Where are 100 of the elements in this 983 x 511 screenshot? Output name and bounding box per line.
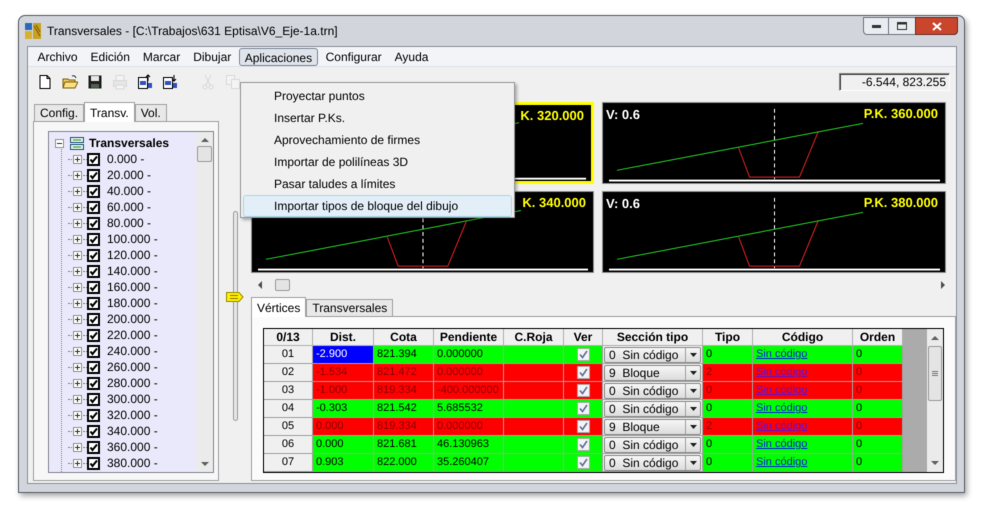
tree-item[interactable]: 380.000 - (107, 454, 158, 472)
column-header[interactable]: Orden (853, 329, 903, 346)
tab[interactable]: Transversales (306, 299, 394, 316)
column-header[interactable]: Ver (564, 329, 603, 346)
tree-item[interactable]: 80.000 - (107, 214, 152, 232)
expand-icon[interactable] (73, 154, 82, 164)
checkbox[interactable] (87, 424, 100, 438)
code-link[interactable]: Sin código (756, 438, 808, 450)
minimize-button[interactable] (863, 17, 889, 35)
tab[interactable]: Vol. (134, 104, 167, 121)
tree-item[interactable]: 140.000 - (107, 262, 158, 280)
save-icon[interactable] (87, 74, 103, 90)
expand-icon[interactable] (73, 410, 82, 420)
tree-item[interactable]: 340.000 - (107, 422, 158, 440)
tree-item[interactable]: 320.000 - (107, 406, 158, 424)
menu-item[interactable]: Archivo (32, 48, 84, 66)
menu-item[interactable]: Aplicaciones (238, 48, 318, 66)
expand-icon[interactable] (73, 170, 82, 180)
menu-item[interactable]: Aprovechamiento de firmes (243, 129, 512, 151)
checkbox[interactable] (87, 392, 100, 406)
expand-icon[interactable] (73, 394, 82, 404)
checkbox[interactable] (87, 280, 100, 294)
menu-item[interactable]: Dibujar (187, 48, 238, 66)
menu-item[interactable]: Marcar (136, 48, 186, 66)
checkbox[interactable] (87, 184, 100, 198)
checkbox[interactable] (576, 438, 590, 451)
dropdown-field[interactable]: 9 Bloque (604, 419, 701, 435)
scroll-thumb[interactable] (928, 346, 942, 401)
dropdown-field[interactable]: 0 Sin código (604, 347, 701, 363)
checkbox[interactable] (87, 360, 100, 374)
checkbox[interactable] (576, 402, 590, 415)
expand-icon[interactable] (73, 314, 82, 324)
tree-item[interactable]: 20.000 - (107, 166, 152, 184)
document-arrow-icon[interactable] (137, 74, 153, 90)
column-header[interactable]: Tipo (703, 329, 753, 346)
tree-item[interactable]: 160.000 - (107, 278, 158, 296)
menu-item[interactable]: Ayuda (388, 48, 434, 66)
checkbox[interactable] (87, 408, 100, 422)
menu-item[interactable]: Proyectar puntos (243, 85, 512, 107)
new-file-icon[interactable] (37, 74, 53, 90)
tree-item[interactable]: 260.000 - (107, 358, 158, 376)
menu-item[interactable]: Edición (84, 48, 136, 66)
column-header[interactable]: Sección tipo (603, 329, 703, 346)
tree-item[interactable]: 0.000 - (107, 150, 144, 168)
tab[interactable]: Config. (34, 104, 84, 121)
checkbox[interactable] (87, 440, 100, 454)
checkbox[interactable] (87, 232, 100, 246)
menu-item[interactable]: Configurar (320, 48, 388, 66)
scroll-thumb[interactable] (275, 278, 290, 290)
tree-item[interactable]: 100.000 - (107, 230, 158, 248)
tab[interactable]: Transv. (84, 102, 135, 122)
column-header[interactable]: Código (753, 329, 853, 346)
checkbox[interactable] (87, 312, 100, 326)
checkbox[interactable] (576, 348, 590, 361)
checkbox[interactable] (87, 216, 100, 230)
checkbox[interactable] (87, 248, 100, 262)
tree-item[interactable]: 120.000 - (107, 246, 158, 264)
dropdown-field[interactable]: 0 Sin código (604, 437, 701, 453)
column-header[interactable]: Cota (374, 329, 434, 346)
expand-icon[interactable] (73, 234, 82, 244)
tree-item[interactable]: 60.000 - (107, 198, 152, 216)
menu-item[interactable]: Insertar P.Ks. (243, 107, 512, 129)
checkbox[interactable] (87, 200, 100, 214)
scroll-thumb[interactable] (197, 146, 212, 162)
code-link[interactable]: Sin código (756, 402, 808, 414)
column-header[interactable]: Pendiente (434, 329, 504, 346)
expand-icon[interactable] (73, 458, 82, 468)
tree-item[interactable]: 280.000 - (107, 374, 158, 392)
expand-icon[interactable] (73, 266, 82, 276)
checkbox[interactable] (87, 168, 100, 182)
checkbox[interactable] (576, 366, 590, 379)
code-link[interactable]: Sin código (756, 348, 808, 360)
menu-item[interactable]: Importar tipos de bloque del dibujo (243, 195, 512, 217)
dropdown-field[interactable]: 0 Sin código (604, 455, 701, 471)
expand-icon[interactable] (73, 362, 82, 372)
maximize-button[interactable] (889, 17, 915, 35)
expand-icon[interactable] (73, 330, 82, 340)
menu-item[interactable]: Importar de polilíneas 3D (243, 151, 512, 173)
document-arrow-icon[interactable] (162, 74, 178, 90)
expand-icon[interactable] (73, 250, 82, 260)
tree-item[interactable]: 240.000 - (107, 342, 158, 360)
checkbox[interactable] (87, 328, 100, 342)
expand-icon[interactable] (73, 346, 82, 356)
tree-item[interactable]: 360.000 - (107, 438, 158, 456)
expand-icon[interactable] (73, 218, 82, 228)
expand-icon[interactable] (73, 378, 82, 388)
close-button[interactable] (915, 17, 958, 35)
tree-item[interactable]: 200.000 - (107, 310, 158, 328)
checkbox[interactable] (576, 420, 590, 433)
tab[interactable]: Vértices (251, 297, 306, 317)
tree-item[interactable]: 220.000 - (107, 326, 158, 344)
dropdown-field[interactable]: 0 Sin código (604, 401, 701, 417)
expand-icon[interactable] (73, 186, 82, 196)
dropdown-field[interactable]: 9 Bloque (604, 365, 701, 381)
column-header[interactable]: Dist. (313, 329, 374, 346)
expand-icon[interactable] (73, 426, 82, 436)
tree-item[interactable]: 40.000 - (107, 182, 152, 200)
checkbox[interactable] (87, 376, 100, 390)
expand-icon[interactable] (73, 202, 82, 212)
checkbox[interactable] (87, 296, 100, 310)
